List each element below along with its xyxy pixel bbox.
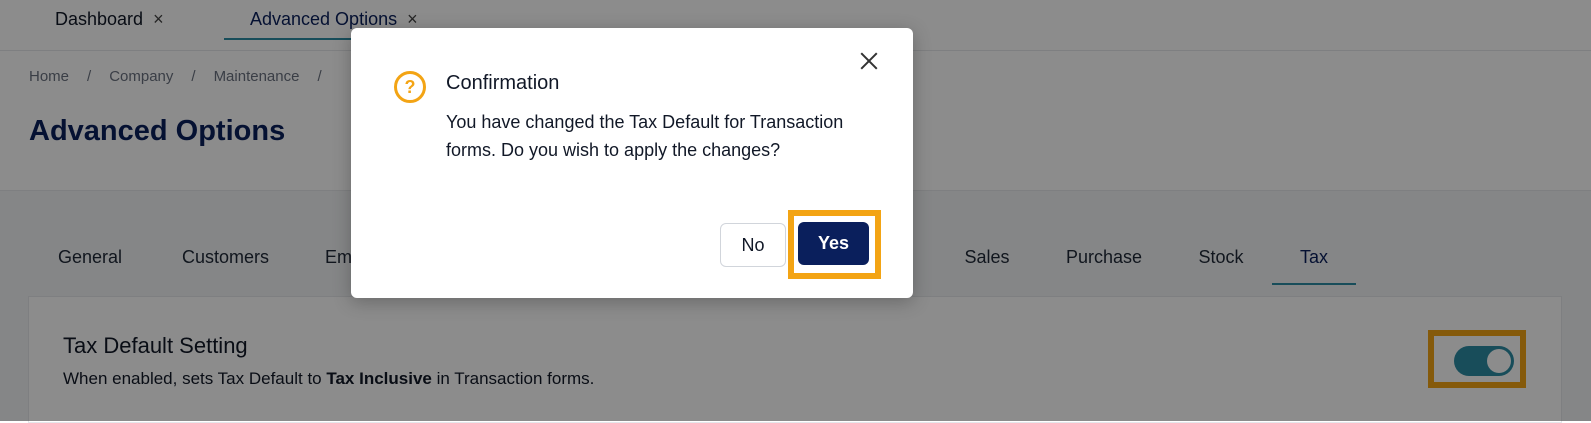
confirmation-dialog: ? Confirmation You have changed the Tax … — [351, 28, 913, 298]
dialog-message: You have changed the Tax Default for Tra… — [446, 112, 844, 160]
app-root: Dashboard × Advanced Options × Home / Co… — [0, 0, 1591, 423]
close-icon[interactable] — [858, 50, 880, 72]
no-button[interactable]: No — [720, 223, 786, 267]
question-circle-icon: ? — [394, 71, 426, 103]
yes-button[interactable]: Yes — [798, 222, 869, 265]
dialog-title: Confirmation — [446, 72, 560, 94]
